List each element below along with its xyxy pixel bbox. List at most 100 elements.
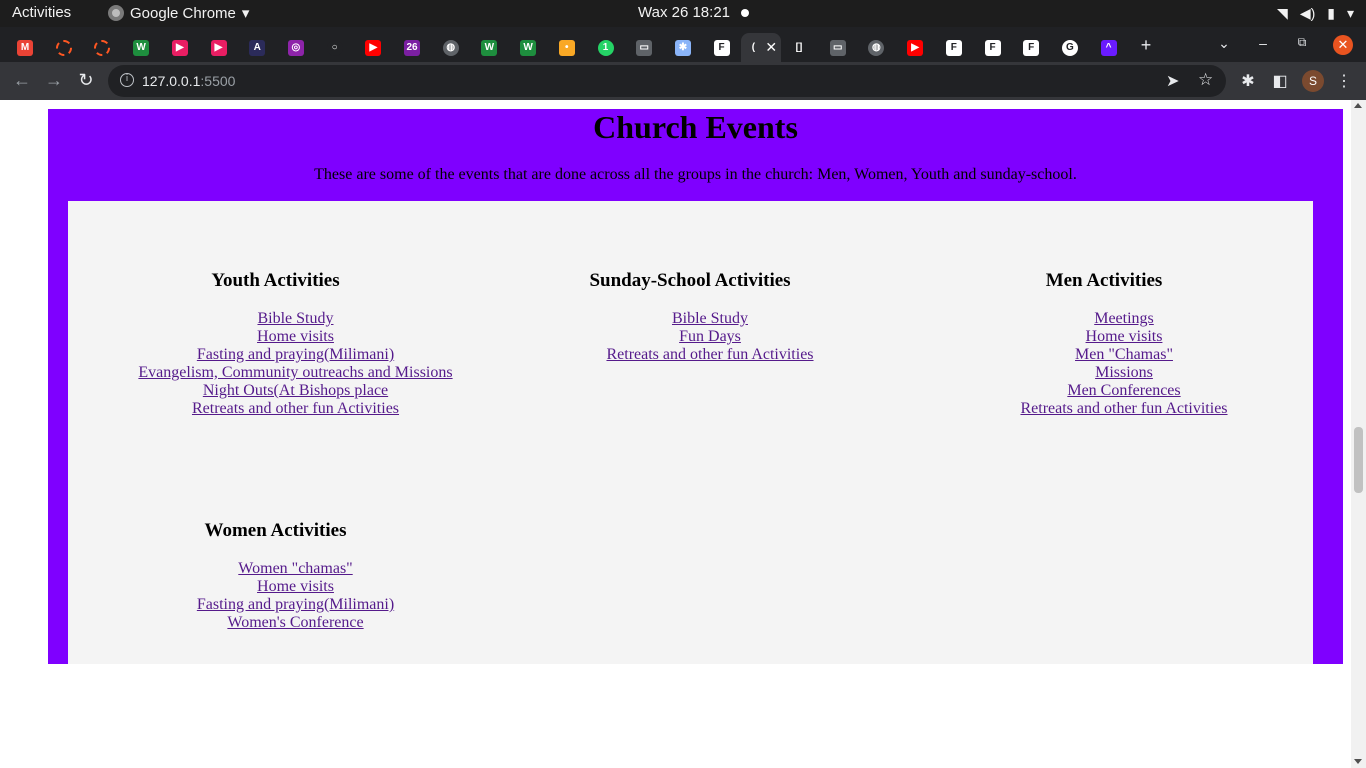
activity-link[interactable]: Retreats and other fun Activities	[606, 346, 813, 363]
browser-tab[interactable]: A	[238, 33, 276, 62]
forward-button[interactable]: →	[43, 70, 65, 91]
browser-tab[interactable]: ◍	[857, 33, 895, 62]
intro-text: These are some of the events that are do…	[314, 166, 1077, 183]
browser-tab[interactable]: ▶	[161, 33, 199, 62]
activity-link[interactable]: Home visits	[257, 578, 334, 595]
activity-link[interactable]: Retreats and other fun Activities	[192, 400, 399, 417]
youtube-icon: ▶	[365, 39, 382, 56]
browser-tab[interactable]: ◎	[277, 33, 315, 62]
browser-tab[interactable]: •	[548, 33, 586, 62]
browser-tab[interactable]: ▭	[625, 33, 663, 62]
browser-tab[interactable]: F	[703, 33, 741, 62]
app-menu[interactable]: Google Chrome ▾	[108, 4, 249, 22]
browser-tab[interactable]: ^	[1090, 33, 1128, 62]
activity-link[interactable]: Fasting and praying(Milimani)	[197, 596, 394, 613]
profile-avatar[interactable]: S	[1302, 70, 1324, 92]
a-icon: A	[249, 39, 266, 56]
activity-link[interactable]: Women's Conference	[227, 614, 363, 631]
list-item: Bible Study	[108, 310, 483, 328]
youth-activities: Youth Activities Bible Study Home visits F…	[108, 270, 483, 418]
activity-link[interactable]: Fun Days	[679, 328, 741, 345]
activity-link[interactable]: Retreats and other fun Activities	[1020, 400, 1227, 417]
browser-tab[interactable]: F	[1012, 33, 1050, 62]
play-icon: ▶	[210, 39, 227, 56]
system-menu[interactable]: ◥ ◀) ▮ ▾	[1277, 5, 1354, 22]
scroll-down-arrow-icon[interactable]	[1354, 759, 1362, 764]
window-close-button[interactable]: ✕	[1333, 35, 1353, 55]
clock[interactable]: Wax 26 18:21	[638, 4, 730, 21]
scroll-up-arrow-icon[interactable]	[1354, 103, 1362, 108]
activity-link[interactable]: Missions	[1095, 364, 1153, 381]
browser-tab[interactable]: F	[974, 33, 1012, 62]
browser-tab[interactable]: ▶	[200, 33, 238, 62]
browser-tab[interactable]: ○	[316, 33, 354, 62]
tab-search-button[interactable]: ⌄	[1212, 35, 1236, 52]
browser-tab[interactable]: (✕	[741, 33, 782, 62]
browser-tab[interactable]: ✱	[664, 33, 702, 62]
w-icon: W	[481, 39, 498, 56]
whatsapp-icon: 1	[597, 39, 614, 56]
list-item: Meetings	[938, 310, 1310, 328]
back-button[interactable]: ←	[11, 70, 33, 91]
close-tab-icon[interactable]: ✕	[765, 39, 777, 56]
chevron-down-icon: ▾	[241, 5, 250, 22]
browser-tab[interactable]: F	[935, 33, 973, 62]
list-item: Home visits	[938, 328, 1310, 346]
activity-link[interactable]: Bible Study	[672, 310, 748, 327]
browser-tab[interactable]: 26	[393, 33, 431, 62]
dots-icon: •	[558, 39, 575, 56]
browser-tab[interactable]: W	[470, 33, 508, 62]
menu-kebab-icon[interactable]: ⋮	[1334, 71, 1354, 91]
browser-toolbar: ← → ↻ i 127.0.0.1:5500 ➤ ☆ ✱ ◧ S ⋮	[0, 62, 1366, 100]
vertical-scrollbar[interactable]	[1351, 100, 1366, 768]
browser-tab[interactable]: ▶	[896, 33, 934, 62]
minimize-button[interactable]: –	[1251, 35, 1275, 51]
browser-tab[interactable]: M	[6, 33, 44, 62]
github-icon: ○	[326, 39, 343, 56]
list-item: Women "chamas"	[108, 560, 483, 578]
activity-link[interactable]: Men "Chamas"	[1075, 346, 1173, 363]
new-tab-button[interactable]: +	[1134, 35, 1158, 56]
caret-icon: ^	[1100, 39, 1117, 56]
list-item: Men "Chamas"	[938, 346, 1310, 364]
reload-button[interactable]: ↻	[75, 70, 97, 91]
browser-tab[interactable]: G	[1051, 33, 1089, 62]
activity-link[interactable]: Fasting and praying(Milimani)	[197, 346, 394, 363]
side-panel-icon[interactable]: ◧	[1270, 71, 1290, 91]
system-top-bar: Activities Google Chrome ▾ Wax 26 18:21 …	[0, 0, 1366, 27]
browser-tab[interactable]	[45, 33, 83, 62]
browser-tab[interactable]: ◍	[432, 33, 470, 62]
activity-link[interactable]: Men Conferences	[1067, 382, 1180, 399]
list-item: Bible Study	[515, 310, 905, 328]
list-item: Women's Conference	[108, 614, 483, 632]
globe-icon: ◍	[868, 39, 885, 56]
play-icon: ▶	[171, 39, 188, 56]
group-heading: Sunday-School Activities	[589, 270, 791, 291]
browser-tab[interactable]: W	[122, 33, 160, 62]
bookmark-star-icon[interactable]: ☆	[1198, 70, 1213, 90]
activity-link[interactable]: Meetings	[1094, 310, 1154, 327]
browser-tab[interactable]: W	[509, 33, 547, 62]
scrollbar-thumb[interactable]	[1354, 427, 1363, 493]
address-bar[interactable]: i 127.0.0.1:5500 ➤ ☆	[108, 65, 1226, 97]
activity-link[interactable]: Evangelism, Community outreachs and Miss…	[138, 364, 452, 381]
activity-link[interactable]: Home visits	[257, 328, 334, 345]
w-icon: W	[520, 39, 537, 56]
extensions-puzzle-icon[interactable]: ✱	[1238, 71, 1258, 91]
browser-tab[interactable]: 1	[587, 33, 625, 62]
browser-tab[interactable]: ▶	[354, 33, 392, 62]
browser-tab[interactable]: ▭	[819, 33, 857, 62]
browser-tab[interactable]	[83, 33, 121, 62]
restore-button[interactable]: ⧉	[1290, 35, 1314, 50]
activities-button[interactable]: Activities	[12, 4, 71, 21]
gmail-icon: M	[17, 39, 33, 56]
browser-tab[interactable]: []	[780, 33, 818, 62]
activity-link[interactable]: Women "chamas"	[238, 560, 352, 577]
activity-link[interactable]: Home visits	[1086, 328, 1163, 345]
info-icon[interactable]: i	[120, 73, 134, 87]
send-to-device-icon[interactable]: ➤	[1166, 71, 1179, 91]
f-icon: F	[984, 39, 1001, 56]
activity-link[interactable]: Night Outs(At Bishops place	[203, 382, 388, 399]
group-heading: Men Activities	[1045, 270, 1163, 291]
activity-link[interactable]: Bible Study	[257, 310, 333, 327]
